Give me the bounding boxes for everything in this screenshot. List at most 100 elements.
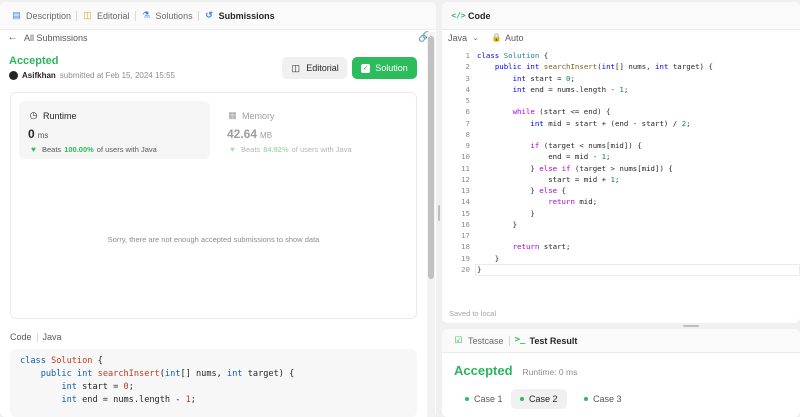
memory-value-row: 42.64 MB	[227, 127, 272, 141]
code-editor-panel: </> Code Java ⌄ 🔒 Auto 1 2 3 4 5 6 7 8 9 10 11 12 13…	[442, 2, 800, 323]
line-number: 12	[461, 174, 470, 184]
case-label: Case 1	[474, 394, 503, 404]
line-number: 4	[465, 84, 470, 94]
code-line: }	[477, 208, 535, 218]
flask-icon: ⚗	[142, 10, 151, 20]
line-number: 3	[465, 73, 470, 83]
code-line: }	[477, 253, 500, 263]
tab-editorial-label: Editorial	[97, 10, 130, 21]
tab-test-result[interactable]: >_ Test Result	[510, 335, 583, 346]
code-section-header: Code Java	[10, 332, 62, 342]
result-runtime: Runtime: 0 ms	[522, 367, 578, 377]
runtime-beats-suffix: of users with Java	[96, 145, 157, 154]
result-status-row: Accepted Runtime: 0 ms	[454, 363, 577, 378]
case-tab-1[interactable]: Case 1	[456, 389, 512, 409]
code-icon: </>	[451, 10, 466, 20]
runtime-unit: ms	[37, 131, 49, 140]
runtime-beats-prefix: Beats	[42, 145, 62, 154]
pass-dot-icon	[584, 397, 588, 401]
auto-mode[interactable]: 🔒 Auto	[491, 33, 524, 44]
editorial-button[interactable]: ◫ Editorial	[282, 57, 347, 79]
test-result-tab-label: Test Result	[529, 335, 578, 346]
line-number: 18	[461, 242, 470, 252]
code-preview-line: class Solution {	[20, 356, 103, 366]
code-line: start = mid + 1;	[477, 174, 620, 184]
editorial-icon: ◫	[83, 10, 92, 20]
result-status: Accepted	[454, 363, 513, 378]
tab-testcase[interactable]: ☑ Testcase	[448, 335, 509, 346]
tab-code[interactable]: </> Code	[448, 10, 496, 21]
language-select[interactable]: Java ⌄	[448, 33, 481, 44]
code-line: int start = 0;	[512, 73, 575, 83]
divider	[36, 332, 38, 342]
code-line: end = mid - 1;	[477, 152, 611, 162]
history-icon: ↺	[205, 10, 213, 20]
case-tab-2[interactable]: Case 2	[511, 389, 567, 409]
memory-beats: ♥ Beats 84.92% of users with Java	[227, 144, 352, 155]
line-number: 2	[465, 62, 470, 72]
case-tab-3[interactable]: Case 3	[575, 389, 631, 409]
scrollbar[interactable]	[427, 32, 435, 417]
runtime-header: ◷ Runtime	[28, 110, 77, 121]
line-number: 17	[461, 231, 470, 240]
line-number: 1	[465, 51, 470, 60]
line-number: 10	[461, 152, 470, 162]
editorial-button-label: Editorial	[306, 63, 339, 73]
code-line: while (start <= end) {	[512, 107, 611, 117]
code-language: Java	[42, 332, 62, 342]
tab-solutions[interactable]: ⚗ Solutions	[136, 10, 198, 21]
no-data-message: Sorry, there are not enough accepted sub…	[107, 235, 320, 244]
solution-button[interactable]: ✓ Solution	[352, 57, 417, 79]
code-line: }	[477, 219, 518, 229]
memory-value: 42.64	[227, 127, 258, 141]
line-number: 5	[465, 96, 470, 105]
line-number: 19	[461, 253, 470, 263]
code-area[interactable]: class Solution { public int searchInsert…	[477, 50, 795, 275]
avatar[interactable]	[9, 71, 18, 80]
trophy-icon: ♥	[31, 144, 36, 154]
line-number: 15	[461, 208, 470, 218]
submission-meta: Asifkhan submitted at Feb 15, 2024 15:55	[9, 71, 175, 80]
code-line: } else if (target > nums[mid]) {	[477, 163, 673, 173]
pass-dot-icon	[520, 397, 524, 401]
trophy-icon: ♥	[230, 144, 235, 154]
line-number: 11	[461, 163, 470, 173]
line-number: 8	[465, 129, 470, 139]
memory-unit: MB	[260, 131, 273, 140]
memory-card[interactable]: ▦ Memory 42.64 MB ♥ Beats 84.92% of user…	[218, 101, 409, 159]
username[interactable]: Asifkhan	[22, 71, 56, 80]
memory-header: ▦ Memory	[227, 110, 274, 121]
line-number: 6	[465, 107, 470, 117]
scrollbar-thumb[interactable]	[428, 36, 434, 279]
solution-button-label: Solution	[375, 63, 408, 73]
horizontal-resize-handle[interactable]	[683, 325, 699, 327]
memory-beats-pct: 84.92%	[263, 145, 289, 154]
code-label: Code	[10, 332, 32, 342]
tab-editorial[interactable]: ◫ Editorial	[77, 10, 135, 21]
book-icon: ◫	[291, 62, 300, 73]
description-icon: ▤	[12, 10, 21, 20]
line-number: 14	[461, 197, 470, 207]
runtime-beats-pct: 100.00%	[64, 145, 94, 154]
code-line: public int searchInsert(int[] nums, int …	[494, 62, 713, 72]
runtime-label: Runtime	[43, 110, 77, 121]
memory-beats-suffix: of users with Java	[291, 145, 352, 154]
code-preview: class Solution { public int searchInsert…	[10, 349, 417, 417]
code-preview-line: int end = nums.length - 1;	[61, 395, 196, 405]
lock-icon: 🔒	[491, 33, 502, 42]
line-number: 16	[461, 219, 470, 229]
submissions-panel: ▤ Description ◫ Editorial ⚗ Solutions ↺ …	[0, 2, 436, 417]
edit-icon: ✓	[361, 63, 371, 73]
tab-description[interactable]: ▤ Description	[6, 10, 76, 21]
line-number: 9	[465, 141, 470, 150]
back-to-submissions-link[interactable]: ← All Submissions	[7, 31, 88, 45]
pass-dot-icon	[465, 397, 469, 401]
runtime-card[interactable]: ◷ Runtime 0 ms ♥ Beats 100.00% of users …	[19, 101, 210, 159]
runtime-beats: ♥ Beats 100.00% of users with Java	[28, 144, 157, 155]
tab-submissions[interactable]: ↺ Submissions	[199, 10, 280, 21]
panel-resize-handle[interactable]	[438, 205, 440, 221]
chip-icon: ▦	[228, 110, 237, 120]
